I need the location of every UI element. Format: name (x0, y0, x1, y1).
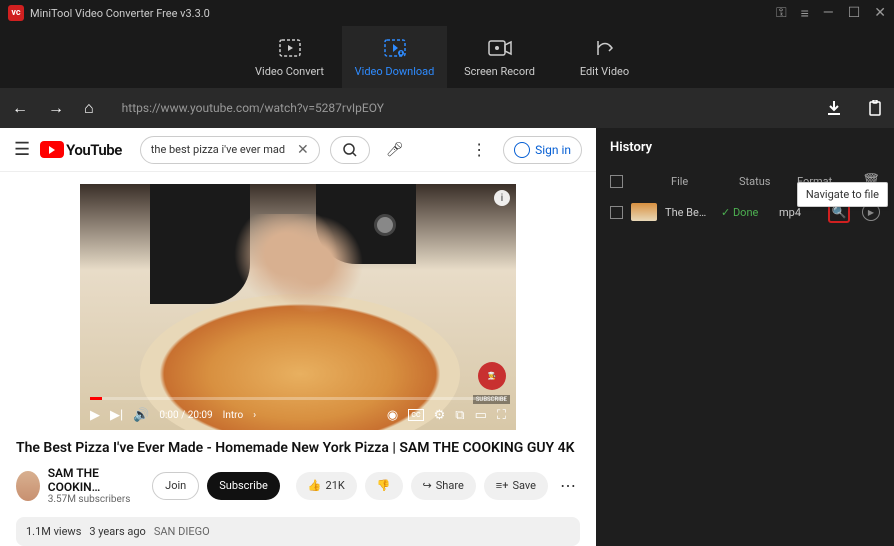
volume-button[interactable]: 🔊 (133, 408, 149, 423)
fullscreen-button[interactable]: ⛶ (497, 408, 506, 423)
time-display: 0:00 / 20:09 (159, 410, 212, 421)
youtube-header: ☰ YouTube ✕ 🎤︎ ⋮ Sign in (0, 128, 596, 172)
avatar-icon (514, 142, 530, 158)
youtube-play-icon (40, 141, 64, 158)
info-badge[interactable]: i (494, 190, 510, 206)
video-stats[interactable]: 1.1M views 3 years ago SAN DIEGO (16, 517, 580, 546)
more-actions-button[interactable]: ⋯ (556, 476, 580, 495)
chapter-label[interactable]: Intro (223, 410, 244, 421)
history-title: History (610, 140, 880, 155)
channel-name[interactable]: SAM THE COOKIN… (48, 466, 132, 494)
video-player[interactable]: i 👨‍🍳 SUBSCRIBE ▶ ▶| 🔊 0:00 / 20:09 Intr… (80, 184, 516, 430)
tab-video-convert[interactable]: Video Convert (237, 26, 342, 88)
url-bar[interactable]: https://www.youtube.com/watch?v=5287rvIp… (114, 101, 800, 115)
minimize-button[interactable]: — (823, 5, 834, 21)
video-meta: SAM THE COOKIN… 3.57M subscribers Join S… (0, 462, 596, 509)
row-status: ✓ Done (721, 206, 771, 219)
download-button[interactable] (826, 100, 842, 116)
video-age: 3 years ago (89, 525, 145, 538)
channel-badge: 👨‍🍳 (478, 362, 506, 390)
key-icon[interactable]: ⚿ (776, 5, 787, 21)
autoplay-toggle[interactable]: ◉ (387, 408, 398, 423)
row-filename: The Be… (665, 206, 713, 219)
app-title: MiniTool Video Converter Free v3.3.0 (30, 7, 776, 20)
tab-video-download[interactable]: Video Download (342, 26, 447, 88)
select-all-checkbox[interactable] (610, 175, 623, 188)
video-frame (80, 184, 516, 430)
signin-button[interactable]: Sign in (503, 136, 582, 164)
titlebar: vc MiniTool Video Converter Free v3.3.0 … (0, 0, 894, 26)
close-button[interactable]: ✕ (874, 5, 886, 21)
search-button[interactable] (330, 136, 370, 164)
main-tabs: Video Convert Video Download Screen Reco… (0, 26, 894, 88)
home-button[interactable]: ⌂ (84, 98, 94, 118)
like-button[interactable]: 👍21K (296, 472, 357, 500)
miniplayer-button[interactable]: ⧉ (455, 408, 464, 423)
thumbs-up-icon: 👍 (308, 479, 322, 492)
search-box[interactable]: ✕ (140, 136, 320, 164)
tab-edit-video[interactable]: Edit Video (552, 26, 657, 88)
embedded-browser: ☰ YouTube ✕ 🎤︎ ⋮ Sign in i 👨‍🍳 (0, 128, 596, 546)
row-thumbnail (631, 203, 657, 221)
row-checkbox[interactable] (610, 206, 623, 219)
save-icon: ≡+ (496, 479, 509, 492)
youtube-logo[interactable]: YouTube (40, 141, 122, 159)
back-button[interactable]: ← (12, 98, 28, 118)
search-input[interactable] (151, 143, 297, 156)
history-panel: History File Status Format 🗑 The Be… ✓ D… (596, 128, 894, 546)
edit-icon (595, 37, 615, 59)
channel-avatar[interactable] (16, 471, 40, 501)
convert-icon (279, 37, 301, 59)
player-controls: ▶ ▶| 🔊 0:00 / 20:09 Intro › ◉ cc ⚙ ⧉ ▭ ⛶ (80, 400, 516, 430)
download-icon (384, 37, 406, 59)
forward-button[interactable]: → (48, 98, 64, 118)
maximize-button[interactable]: ☐ (848, 5, 861, 21)
col-file: File (671, 175, 731, 188)
browser-nav: ← → ⌂ https://www.youtube.com/watch?v=52… (0, 88, 894, 128)
play-button[interactable]: ▶ (90, 408, 100, 423)
view-count: 1.1M views (26, 525, 81, 538)
subscribe-button[interactable]: Subscribe (207, 472, 280, 500)
clear-search-icon[interactable]: ✕ (297, 142, 309, 158)
dislike-button[interactable]: 👎 (365, 472, 403, 500)
subscriber-count: 3.57M subscribers (48, 494, 132, 505)
cc-button[interactable]: cc (408, 409, 423, 421)
save-button[interactable]: ≡+Save (484, 472, 548, 500)
row-format: mp4 (779, 206, 819, 219)
join-button[interactable]: Join (152, 472, 199, 500)
col-status: Status (739, 175, 789, 188)
mic-button[interactable]: 🎤︎ (380, 135, 410, 165)
tooltip: Navigate to file (797, 182, 888, 207)
menu-icon[interactable]: ≡ (801, 5, 809, 22)
thumbs-down-icon: 👎 (377, 479, 391, 492)
next-button[interactable]: ▶| (110, 408, 123, 423)
video-location: SAN DIEGO (154, 525, 210, 538)
chevron-right-icon[interactable]: › (253, 410, 256, 421)
record-icon (488, 37, 512, 59)
video-title: The Best Pizza I've Ever Made - Homemade… (0, 430, 596, 462)
hamburger-icon[interactable]: ☰ (14, 139, 30, 160)
share-icon: ↪ (423, 479, 432, 492)
clipboard-button[interactable] (868, 100, 882, 116)
more-icon[interactable]: ⋮ (471, 140, 487, 159)
share-button[interactable]: ↪Share (411, 472, 476, 500)
theater-button[interactable]: ▭ (475, 408, 487, 423)
settings-icon[interactable]: ⚙ (434, 408, 446, 423)
tab-screen-record[interactable]: Screen Record (447, 26, 552, 88)
app-logo: vc (8, 5, 24, 21)
